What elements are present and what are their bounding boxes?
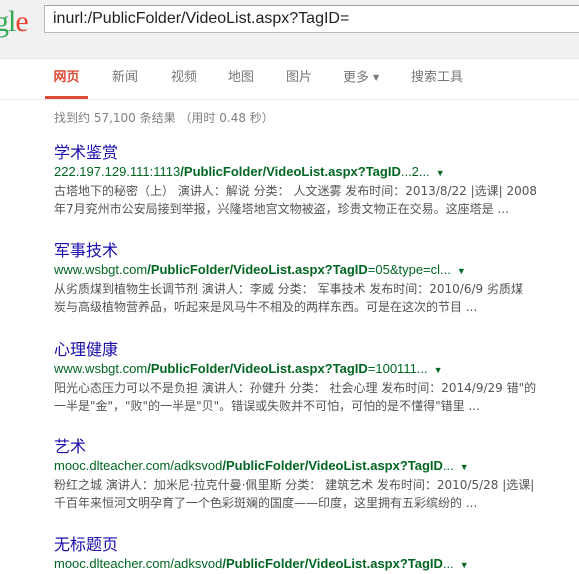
- tab-news-label: 新闻: [112, 70, 139, 85]
- result-url: 222.197.129.111:1113/PublicFolder/VideoL…: [54, 163, 579, 182]
- result-stats: 找到约 57,100 条结果 （用时 0.48 秒）: [54, 111, 274, 125]
- result-url-suffix: =05&type=cl...: [367, 262, 451, 277]
- search-result: 艺术 mooc.dlteacher.com/adksvod/PublicFold…: [54, 437, 579, 512]
- result-url-suffix: ...: [442, 458, 454, 473]
- url-dropdown-arrow-icon[interactable]: ▼: [457, 266, 466, 276]
- result-snippet-line2: 千百年来恒河文明孕育了一个色彩斑斓的国度——印度，这里拥有五彩缤纷的 ...: [54, 496, 478, 510]
- result-title-link[interactable]: 军事技术: [54, 241, 579, 261]
- tab-search-tools[interactable]: 搜索工具: [411, 59, 463, 99]
- search-result: 心理健康 www.wsbgt.com/PublicFolder/VideoLis…: [54, 340, 579, 415]
- result-snippet-line1: 从劣质煤到植物生长调节剂 演讲人：李威 分类： 军事技术 发布时间：2010/6…: [54, 282, 523, 296]
- tab-search-tools-label: 搜索工具: [411, 70, 464, 85]
- result-title-link[interactable]: 心理健康: [54, 340, 579, 360]
- result-snippet-line2: 年7月兖州市公安局接到举报，兴隆塔地宫文物被盗，珍贵文物正在交易。这座塔是 ..…: [54, 202, 509, 216]
- result-url-prefix: www.wsbgt.com: [54, 262, 148, 277]
- result-title-link[interactable]: 学术鉴赏: [54, 143, 579, 163]
- result-snippet-line1: 粉红之城 演讲人：加米尼·拉克什曼·佩里斯 分类： 建筑艺术 发布时间：2010…: [54, 478, 535, 492]
- url-dropdown-arrow-icon[interactable]: ▼: [460, 560, 469, 570]
- tab-maps-label: 地图: [228, 70, 255, 85]
- search-header: gle: [0, 0, 579, 59]
- tab-videos-label: 视频: [171, 70, 198, 85]
- tab-web[interactable]: 网页: [45, 59, 88, 99]
- logo-letter-g: g: [0, 5, 9, 38]
- tab-videos[interactable]: 视频: [171, 59, 197, 99]
- search-input[interactable]: [45, 6, 579, 32]
- result-url-suffix: ...2...: [400, 164, 430, 179]
- result-title-link[interactable]: 艺术: [54, 437, 579, 457]
- result-url-bold: /PublicFolder/VideoList.aspx?TagID: [147, 262, 368, 277]
- result-url-bold: /PublicFolder/VideoList.aspx?TagID: [147, 361, 368, 376]
- tab-maps[interactable]: 地图: [228, 59, 254, 99]
- result-url-prefix: mooc.dlteacher.com/adksvod: [54, 556, 223, 571]
- search-result: 无标题页 mooc.dlteacher.com/adksvod/PublicFo…: [54, 535, 579, 574]
- caret-down-icon: ▼: [373, 73, 380, 82]
- logo-letter-e: e: [15, 5, 28, 38]
- result-url: www.wsbgt.com/PublicFolder/VideoList.asp…: [54, 360, 579, 379]
- result-url-prefix: mooc.dlteacher.com/adksvod: [54, 458, 223, 473]
- tab-more[interactable]: 更多 ▼: [343, 59, 379, 99]
- search-tabs: 网页 新闻 视频 地图 图片 更多 ▼ 搜索工具: [0, 59, 579, 100]
- tab-images-label: 图片: [286, 70, 313, 85]
- search-result: 学术鉴赏 222.197.129.111:1113/PublicFolder/V…: [54, 143, 579, 218]
- result-url-prefix: www.wsbgt.com: [54, 361, 148, 376]
- search-result: 军事技术 www.wsbgt.com/PublicFolder/VideoLis…: [54, 241, 579, 316]
- tab-images[interactable]: 图片: [286, 59, 312, 99]
- result-url-bold: /PublicFolder/VideoList.aspx?TagID: [222, 458, 443, 473]
- result-snippet-line1: 古塔地下的秘密（上） 演讲人：解说 分类： 人文迷雾 发布时间：2013/8/2…: [54, 184, 538, 198]
- url-dropdown-arrow-icon[interactable]: ▼: [436, 168, 445, 178]
- google-logo[interactable]: gle: [0, 5, 29, 38]
- tab-news[interactable]: 新闻: [112, 59, 138, 99]
- url-dropdown-arrow-icon[interactable]: ▼: [434, 365, 443, 375]
- result-url-suffix: ...: [442, 556, 454, 571]
- result-title-link[interactable]: 无标题页: [54, 535, 579, 555]
- result-url-prefix: 222.197.129.111:1113: [54, 164, 181, 179]
- result-snippet-line1: 阳光心态压力可以不是负担 演讲人：孙健升 分类： 社会心理 发布时间：2014/…: [54, 381, 537, 395]
- result-url-bold: /PublicFolder/VideoList.aspx?TagID: [222, 556, 443, 571]
- result-url-bold: /PublicFolder/VideoList.aspx?TagID: [180, 164, 401, 179]
- result-url: mooc.dlteacher.com/adksvod/PublicFolder/…: [54, 555, 579, 574]
- result-snippet-line2: 炭与高级植物营养品，听起来是风马牛不相及的两样东西。可是在这次的节目 ...: [54, 300, 478, 314]
- result-url: www.wsbgt.com/PublicFolder/VideoList.asp…: [54, 261, 579, 280]
- search-box[interactable]: [44, 5, 579, 33]
- result-url: mooc.dlteacher.com/adksvod/PublicFolder/…: [54, 457, 579, 476]
- result-url-suffix: =100111...: [367, 361, 428, 376]
- result-snippet-line2: 一半是"金"，"败"的一半是"贝"。错误或失败并不可怕，可怕的是不懂得"错里 .…: [54, 399, 480, 413]
- tab-more-label: 更多: [343, 70, 370, 86]
- tab-web-label: 网页: [53, 70, 80, 85]
- url-dropdown-arrow-icon[interactable]: ▼: [460, 462, 469, 472]
